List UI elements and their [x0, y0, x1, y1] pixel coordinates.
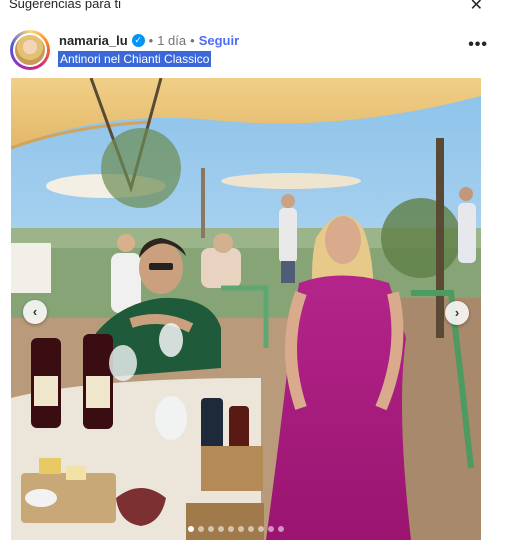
username-link[interactable]: namaria_lu	[59, 33, 128, 48]
carousel-dot	[198, 526, 204, 532]
carousel-prev-button[interactable]: ‹	[23, 300, 47, 324]
post-time[interactable]: 1 día	[157, 33, 186, 48]
location-link[interactable]: Antinori nel Chianti Classico	[58, 51, 212, 67]
carousel-dot	[258, 526, 264, 532]
carousel-dot	[238, 526, 244, 532]
verified-badge-icon: ✓	[131, 34, 145, 47]
suggestions-header: Sugerencias para ti ✕	[0, 0, 505, 18]
close-icon[interactable]: ✕	[470, 0, 483, 15]
wooden-box	[201, 446, 263, 491]
suggestions-title: Sugerencias para ti	[9, 0, 122, 11]
separator-dot: •	[148, 33, 154, 48]
post-photo[interactable]	[11, 78, 481, 540]
carousel-dot	[248, 526, 254, 532]
woman-face	[325, 216, 361, 264]
carousel-dot	[268, 526, 274, 532]
carousel-dot	[278, 526, 284, 532]
carousel-dot	[228, 526, 234, 532]
carousel-next-button[interactable]: ›	[445, 301, 469, 325]
separator-dot: •	[190, 33, 195, 48]
user-line: namaria_lu ✓ • 1 día • Seguir	[59, 33, 239, 48]
avatar[interactable]	[10, 30, 50, 70]
carousel-indicator	[188, 526, 284, 532]
carousel-dot	[218, 526, 224, 532]
photo-illustration	[11, 78, 481, 540]
carousel-dot	[208, 526, 214, 532]
more-options-icon[interactable]: •••	[468, 36, 488, 54]
avatar-image	[13, 33, 47, 67]
post-header: namaria_lu ✓ • 1 día • Seguir Antinori n…	[10, 28, 490, 70]
carousel-dot	[188, 526, 194, 532]
follow-button[interactable]: Seguir	[199, 33, 239, 48]
